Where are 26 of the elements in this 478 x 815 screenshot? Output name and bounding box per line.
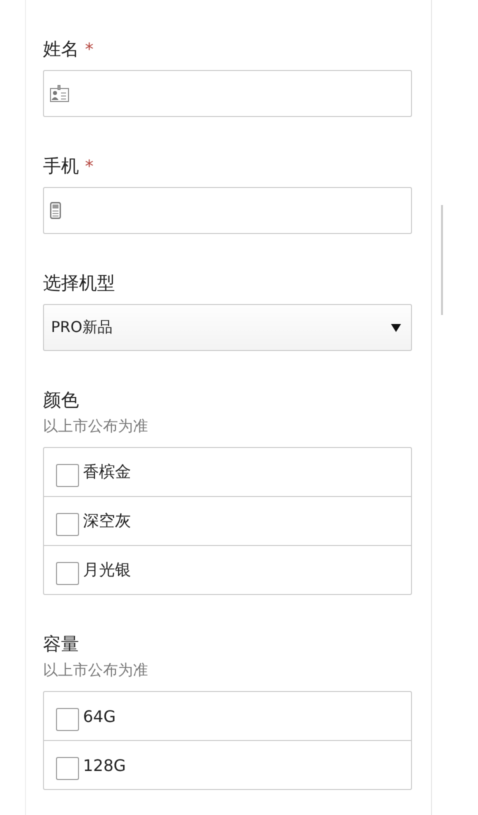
required-mark: * [85,157,94,177]
field-label: 选择机型 [43,272,115,296]
field-label: 手机 [43,155,79,179]
checkbox[interactable] [56,562,79,584]
input-field[interactable] [43,70,412,117]
option-label[interactable]: 深空灰 [83,510,131,532]
checkbox[interactable] [56,464,79,486]
option-label[interactable]: 香槟金 [83,462,131,482]
checkbox[interactable] [56,708,79,730]
checkbox[interactable] [56,756,79,780]
field-label: 容量 [43,633,79,657]
field-label: 颜色 [43,389,79,413]
field-hint: 以上市公布为准 [43,660,149,680]
option-label[interactable]: 64G [83,706,116,726]
id-card-icon [50,85,69,102]
field-hint: 以上市公布为准 [43,416,149,436]
required-mark: * [85,40,94,60]
scrollbar-thumb[interactable] [441,205,443,315]
option-label[interactable]: 月光银 [83,560,131,580]
checkbox[interactable] [56,512,79,536]
model-dropdown[interactable]: PRO新品 [43,304,412,351]
option-label[interactable]: 128G [83,756,126,774]
caret-icon [391,324,401,332]
phone-icon [50,202,61,219]
field-label: 姓名 [43,38,79,62]
input-field[interactable] [43,187,412,234]
